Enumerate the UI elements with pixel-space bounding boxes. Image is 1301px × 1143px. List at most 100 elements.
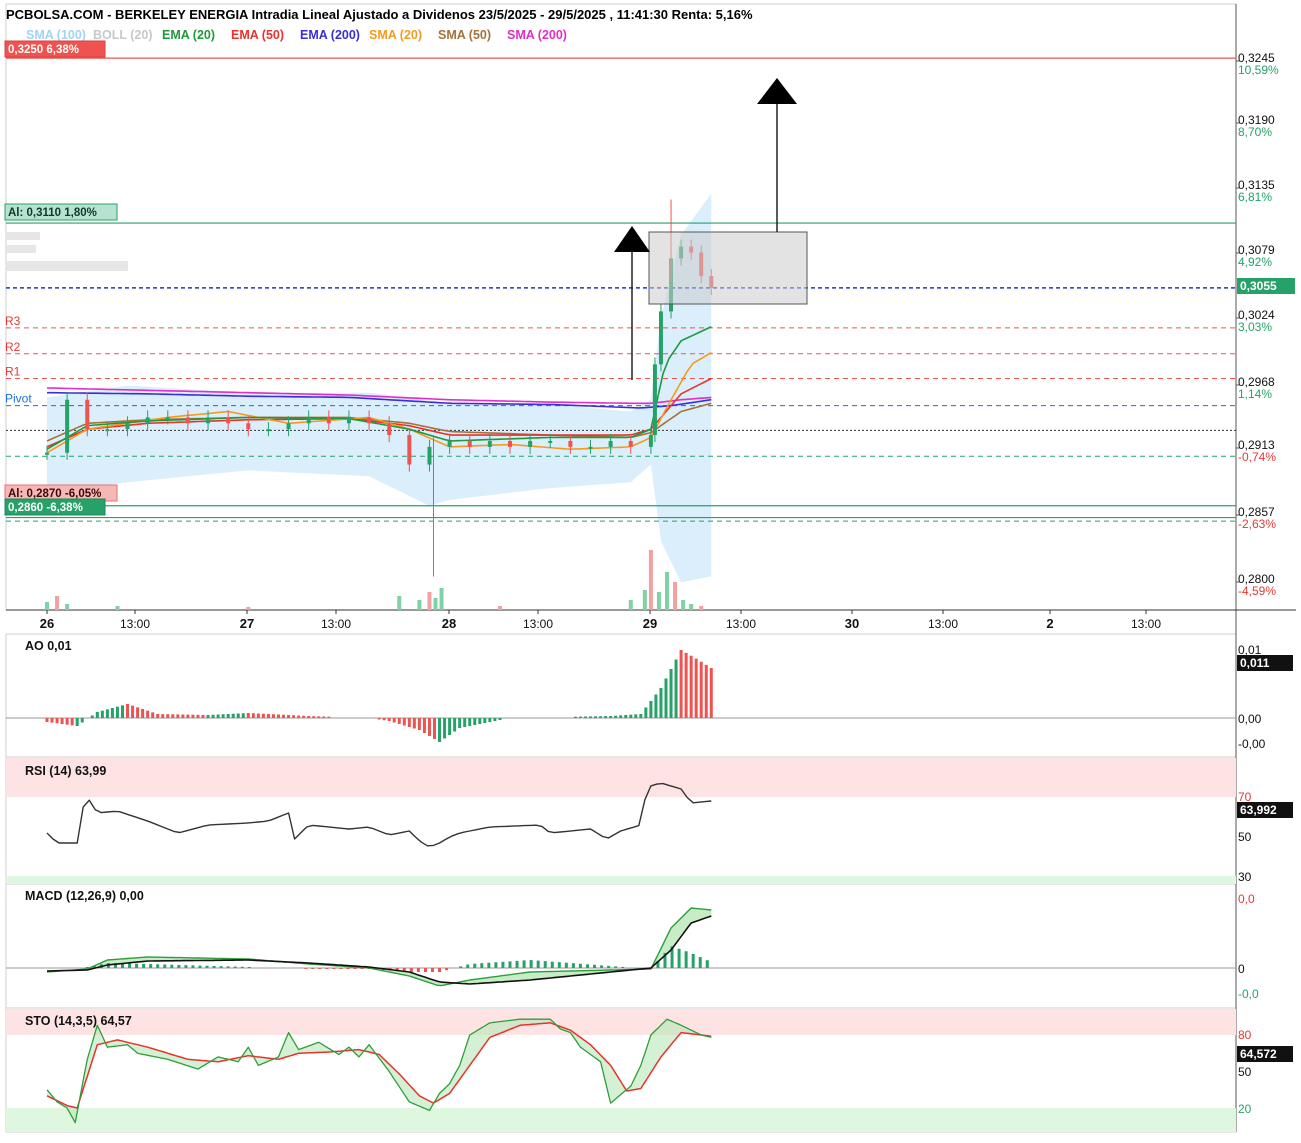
ao-tick: 0,01: [1238, 643, 1262, 657]
candle-body: [652, 364, 657, 436]
candle-body: [165, 417, 170, 420]
price-axis-pct: -0,74%: [1238, 450, 1276, 464]
macd-hist-bar: [332, 968, 336, 969]
ao-bar: [578, 716, 582, 718]
macd-hist-bar: [149, 964, 153, 968]
volume-bar: [427, 592, 432, 610]
ao-bar: [115, 706, 119, 718]
ao-bar: [488, 718, 492, 722]
rsi-overbought-zone: [6, 758, 1236, 797]
alert-high-badge: Al: 0,3110 1,80%: [8, 207, 97, 219]
rsi-label: RSI (14) 63,99: [25, 764, 106, 778]
ao-bar: [654, 694, 658, 718]
volume-bar: [439, 588, 444, 610]
macd-hist-bar: [438, 968, 442, 972]
chart-svg: PCBOLSA.COM - BERKELEY ENERGIA Intradia …: [4, 3, 1296, 1133]
ao-bar: [206, 715, 210, 718]
rsi-panel: RSI (14) 63,99 7063,992 50 30: [6, 758, 1293, 884]
volume-bar: [397, 596, 402, 610]
ao-bar: [422, 718, 426, 733]
panel-frame-1: [5, 633, 1237, 758]
ao-bar: [674, 659, 678, 718]
ao-bar: [261, 713, 265, 718]
macd-hist-bar: [621, 966, 625, 968]
volume-bar: [642, 590, 647, 610]
volume-bar: [648, 550, 653, 610]
macd-hist-bar: [466, 964, 470, 968]
macd-value: 0,00: [119, 889, 143, 903]
macd-hist-bar: [247, 967, 251, 968]
ao-bar: [271, 714, 275, 718]
macd-hist-bar: [691, 953, 695, 968]
ao-bar: [141, 709, 145, 718]
volume-bar: [699, 606, 704, 610]
pivot-label: R2: [5, 340, 21, 354]
ao-bar: [60, 718, 64, 724]
ao-bar: [105, 709, 109, 718]
macd-hist-bar: [578, 963, 582, 968]
ao-bar: [95, 712, 99, 718]
macd-hist-bar: [205, 965, 209, 968]
ao-bar: [166, 714, 170, 718]
macd-hist-bar: [212, 965, 216, 968]
macd-hist-bar: [600, 965, 604, 968]
time-axis-label: 26: [40, 616, 54, 631]
price-axis-pct: 10,59%: [1238, 63, 1279, 77]
time-axis-label: 30: [845, 616, 859, 631]
candle-body: [588, 446, 593, 449]
blur-block: [6, 245, 36, 253]
candle-body: [507, 440, 512, 447]
volume-bar: [55, 596, 60, 610]
ao-bar: [65, 718, 69, 725]
volume-bar: [656, 592, 661, 610]
ao-bar: [624, 715, 628, 718]
sto-tick: 20: [1238, 1102, 1252, 1116]
ao-bar: [131, 705, 135, 718]
ao-bar: [433, 718, 437, 739]
ao-bar: [694, 658, 698, 718]
ao-bar: [619, 715, 623, 718]
rsi-oversold-zone: [6, 876, 1236, 884]
time-axis-label: 13:00: [726, 617, 756, 631]
volume-bar: [497, 606, 502, 610]
min-badge: 0,2860 -6,38%: [8, 502, 83, 514]
ao-bar: [120, 705, 124, 718]
candle-body: [45, 452, 49, 455]
ao-bar: [161, 714, 165, 718]
chart-title: PCBOLSA.COM - BERKELEY ENERGIA Intradia …: [6, 7, 753, 22]
candle-body: [65, 399, 70, 453]
ao-bar: [136, 707, 140, 718]
candle-body: [105, 429, 110, 432]
ao-bar: [583, 716, 587, 718]
ao-value: 0,01: [47, 639, 71, 653]
volume-bar: [65, 604, 70, 610]
volume-bar: [673, 582, 678, 610]
sto-label: STO (14,3,5) 64,57: [25, 1014, 132, 1028]
pivot-label: Pivot: [5, 392, 32, 406]
ao-bar: [493, 718, 497, 721]
macd-signal-line: [46, 915, 712, 985]
ao-bar: [679, 650, 683, 718]
candle-body: [206, 417, 211, 424]
macd-hist-bar: [233, 966, 237, 968]
ao-bar: [458, 718, 462, 728]
ao-tick: 0,00: [1238, 712, 1262, 726]
rsi-tick: 30: [1238, 870, 1252, 884]
macd-hist-bar: [529, 960, 533, 968]
ao-bar: [80, 718, 84, 723]
macd-hist-bar: [430, 968, 434, 972]
macd-hist-bar: [515, 960, 519, 968]
ao-bar: [664, 678, 668, 718]
volume-bar: [115, 606, 120, 610]
ao-bar: [659, 688, 663, 718]
ao-bar: [156, 714, 160, 718]
price-axis-pct: -2,63%: [1238, 517, 1276, 531]
macd-tick: -0,0: [1238, 987, 1259, 1001]
macd-hist-bar: [522, 960, 526, 968]
ao-bar: [322, 716, 326, 718]
ao-bar: [246, 713, 250, 718]
candle-body: [427, 446, 432, 465]
rsi-badge: 63,992: [1240, 803, 1277, 817]
ao-bar: [50, 718, 54, 723]
ao-bar: [443, 718, 447, 739]
